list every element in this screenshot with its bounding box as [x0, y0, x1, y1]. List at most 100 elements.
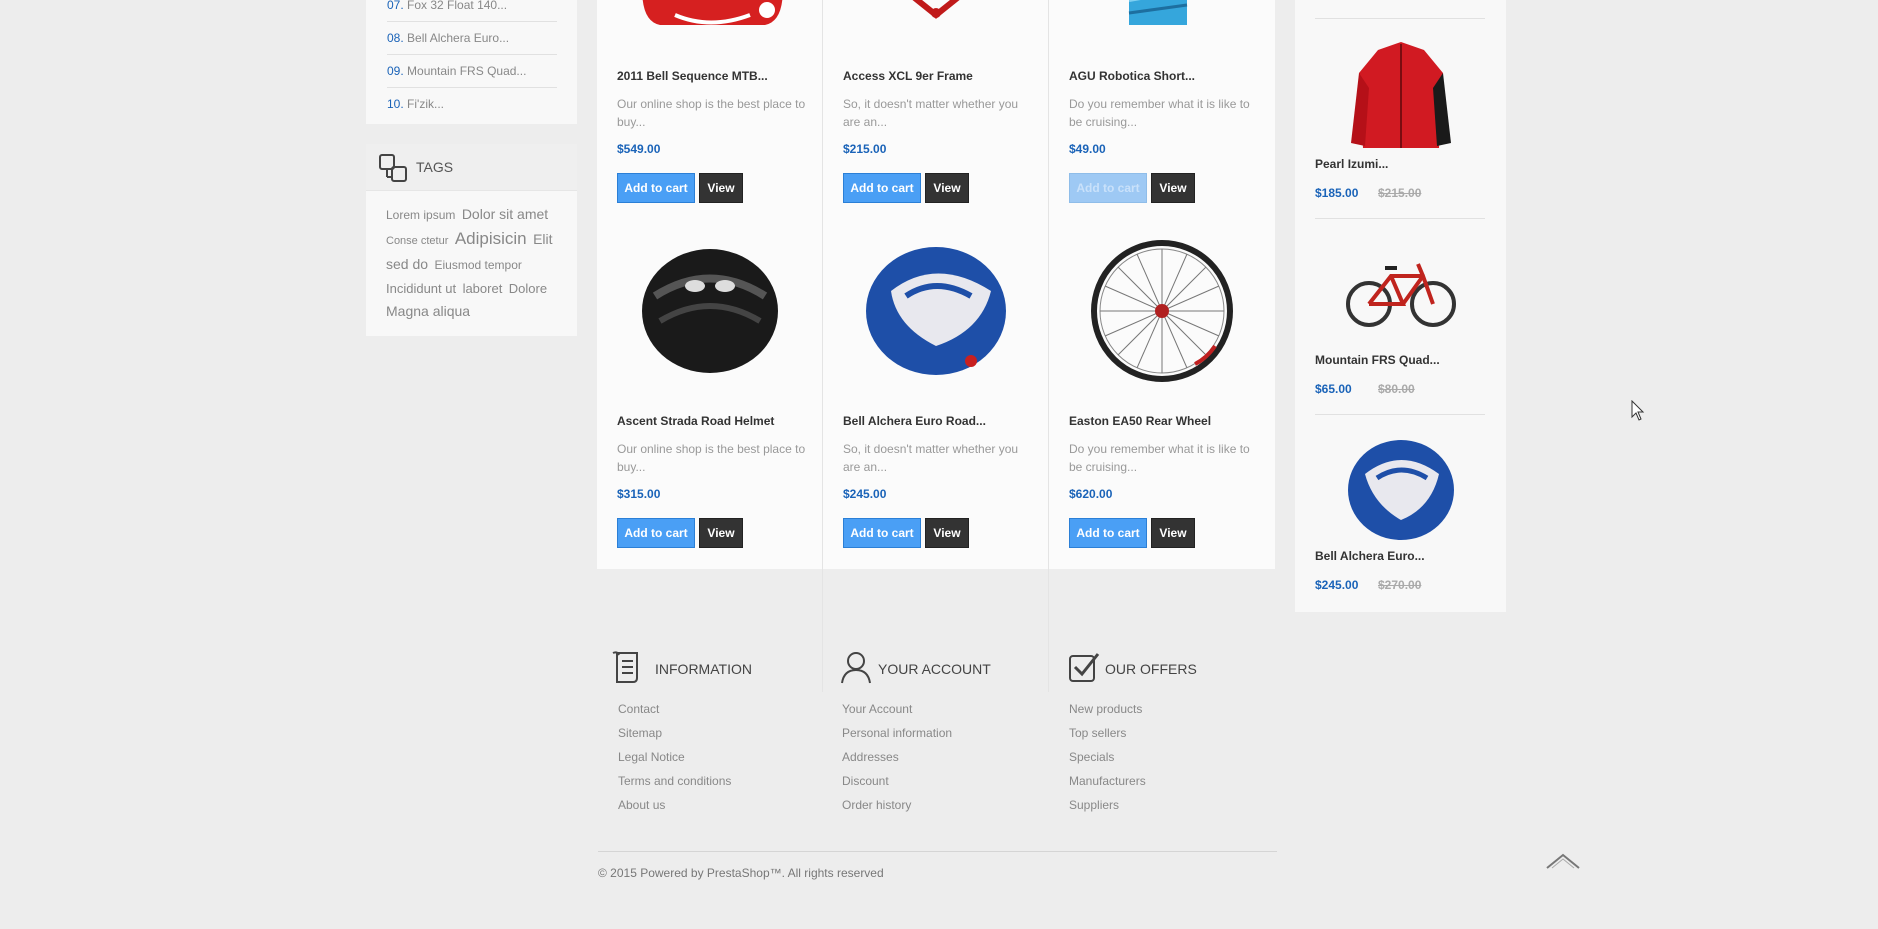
- product-price: $49.00: [1069, 142, 1106, 156]
- footer-heading: INFORMATION: [611, 650, 811, 684]
- footer-title: INFORMATION: [655, 661, 752, 677]
- product-card: Easton EA50 Rear Wheel Do you remember w…: [1048, 240, 1274, 692]
- footer-link[interactable]: Terms and conditions: [618, 769, 731, 793]
- tag-link[interactable]: laboret: [463, 281, 503, 296]
- footer-link[interactable]: Sitemap: [618, 721, 731, 745]
- mouse-cursor-icon: [1631, 400, 1645, 421]
- tags-block: TAGS Lorem ipsum Dolor sit amet Conse ct…: [366, 144, 577, 336]
- footer-link[interactable]: Personal information: [842, 721, 952, 745]
- tag-link[interactable]: Conse ctetur: [386, 235, 448, 247]
- bike-icon[interactable]: [1343, 236, 1459, 352]
- old-price: $270.00: [1378, 578, 1422, 592]
- footer-link[interactable]: Manufacturers: [1069, 769, 1146, 793]
- add-to-cart-button[interactable]: Add to cart: [1069, 173, 1147, 203]
- list-item[interactable]: 09. Mountain FRS Quad...: [387, 55, 557, 88]
- view-button[interactable]: View: [699, 173, 743, 203]
- product-description: Do you remember what it is like to be cr…: [1069, 97, 1250, 129]
- product-name[interactable]: Bell Alchera Euro...: [1315, 549, 1425, 563]
- top-sellers-block: 07. Fox 32 Float 140... 08. Bell Alchera…: [366, 0, 577, 124]
- tag-link[interactable]: Magna aliqua: [386, 303, 470, 319]
- product-description: Our online shop is the best place to buy…: [617, 97, 806, 129]
- footer-link[interactable]: Top sellers: [1069, 721, 1146, 745]
- checkbox-icon: [1069, 653, 1100, 682]
- divider: [1315, 414, 1485, 415]
- list-item[interactable]: 07. Fox 32 Float 140...: [387, 0, 557, 22]
- footer-link[interactable]: About us: [618, 793, 731, 817]
- blue-helmet-icon[interactable]: [1343, 432, 1459, 548]
- red-helmet-icon[interactable]: [615, 0, 805, 70]
- tag-link[interactable]: sed do: [386, 256, 428, 272]
- product-name[interactable]: AGU Robotica Short...: [1069, 69, 1195, 83]
- add-to-cart-button[interactable]: Add to cart: [843, 173, 921, 203]
- tag-link[interactable]: Incididunt ut: [386, 281, 456, 296]
- view-button[interactable]: View: [925, 173, 969, 203]
- back-to-top-icon[interactable]: [1544, 850, 1582, 872]
- list-item[interactable]: 08. Bell Alchera Euro...: [387, 22, 557, 55]
- footer-link[interactable]: Order history: [842, 793, 952, 817]
- divider: [1315, 18, 1485, 19]
- footer-links: Your Account Personal information Addres…: [842, 697, 952, 817]
- wheel-icon[interactable]: [1067, 236, 1257, 386]
- footer-heading: OUR OFFERS: [1068, 650, 1268, 684]
- old-price: $80.00: [1378, 382, 1415, 396]
- product-name[interactable]: Access XCL 9er Frame: [843, 69, 973, 83]
- product-name[interactable]: Bell Alchera Euro Road...: [843, 414, 986, 428]
- footer-link[interactable]: New products: [1069, 697, 1146, 721]
- footer-link[interactable]: Discount: [842, 769, 952, 793]
- add-to-cart-button[interactable]: Add to cart: [617, 173, 695, 203]
- tag-link[interactable]: Lorem ipsum: [386, 208, 455, 222]
- divider: [598, 851, 1277, 852]
- product-name[interactable]: Mountain FRS Quad...: [1315, 353, 1440, 367]
- footer-link[interactable]: Suppliers: [1069, 793, 1146, 817]
- product-grid: 2011 Bell Sequence MTB... Our online sho…: [597, 0, 1275, 692]
- product-price: $65.00: [1315, 382, 1352, 396]
- product-price: $215.00: [843, 142, 887, 156]
- product-card: Bell Alchera Euro Road... So, it doesn't…: [822, 247, 1048, 692]
- frame-icon[interactable]: [841, 0, 1031, 25]
- footer-links: Contact Sitemap Legal Notice Terms and c…: [618, 697, 731, 817]
- tags-title: TAGS: [416, 159, 454, 175]
- product-price: $245.00: [1315, 578, 1359, 592]
- add-to-cart-button[interactable]: Add to cart: [843, 518, 921, 548]
- product-price: $315.00: [617, 487, 661, 501]
- view-button[interactable]: View: [1151, 173, 1195, 203]
- user-icon: [841, 652, 871, 684]
- view-button[interactable]: View: [699, 518, 743, 548]
- product-name[interactable]: Pearl Izumi...: [1315, 157, 1388, 171]
- product-card: Ascent Strada Road Helmet Our online sho…: [597, 249, 823, 692]
- shorts-icon[interactable]: [1067, 0, 1257, 35]
- black-helmet-icon[interactable]: [615, 236, 805, 386]
- product-description: Our online shop is the best place to buy…: [617, 442, 806, 474]
- product-name[interactable]: 2011 Bell Sequence MTB...: [617, 69, 768, 83]
- specials-block: Pearl Izumi... $185.00 $215.00 Mountain …: [1295, 0, 1506, 612]
- product-description: So, it doesn't matter whether you are an…: [843, 442, 1019, 474]
- tags-cloud: Lorem ipsum Dolor sit amet Conse ctetur …: [366, 191, 577, 323]
- top-sellers-list: 07. Fox 32 Float 140... 08. Bell Alchera…: [366, 0, 577, 120]
- blue-helmet-icon[interactable]: [841, 236, 1031, 386]
- footer-link[interactable]: Legal Notice: [618, 745, 731, 769]
- tag-link[interactable]: Eiusmod tempor: [435, 258, 522, 272]
- tag-link[interactable]: Dolor sit amet: [462, 206, 548, 222]
- copyright-text: © 2015 Powered by PrestaShop™. All right…: [598, 866, 884, 880]
- divider: [1315, 218, 1485, 219]
- view-button[interactable]: View: [925, 518, 969, 548]
- tag-link[interactable]: Elit: [533, 231, 552, 247]
- add-to-cart-button[interactable]: Add to cart: [617, 518, 695, 548]
- product-name[interactable]: Easton EA50 Rear Wheel: [1069, 414, 1211, 428]
- add-to-cart-button[interactable]: Add to cart: [1069, 518, 1147, 548]
- footer-link[interactable]: Your Account: [842, 697, 952, 721]
- list-item[interactable]: 10. Fi'zik...: [387, 88, 557, 120]
- footer-link[interactable]: Specials: [1069, 745, 1146, 769]
- tag-link[interactable]: Dolore: [509, 281, 547, 296]
- jacket-icon[interactable]: [1343, 38, 1459, 154]
- product-price: $185.00: [1315, 186, 1359, 200]
- footer-title: YOUR ACCOUNT: [878, 661, 991, 677]
- footer-link[interactable]: Contact: [618, 697, 731, 721]
- view-button[interactable]: View: [1151, 518, 1195, 548]
- footer-link[interactable]: Addresses: [842, 745, 952, 769]
- product-name[interactable]: Ascent Strada Road Helmet: [617, 414, 774, 428]
- footer-links: New products Top sellers Specials Manufa…: [1069, 697, 1146, 817]
- footer-title: OUR OFFERS: [1105, 661, 1197, 677]
- product-price: $620.00: [1069, 487, 1113, 501]
- tag-link[interactable]: Adipisicin: [455, 229, 527, 248]
